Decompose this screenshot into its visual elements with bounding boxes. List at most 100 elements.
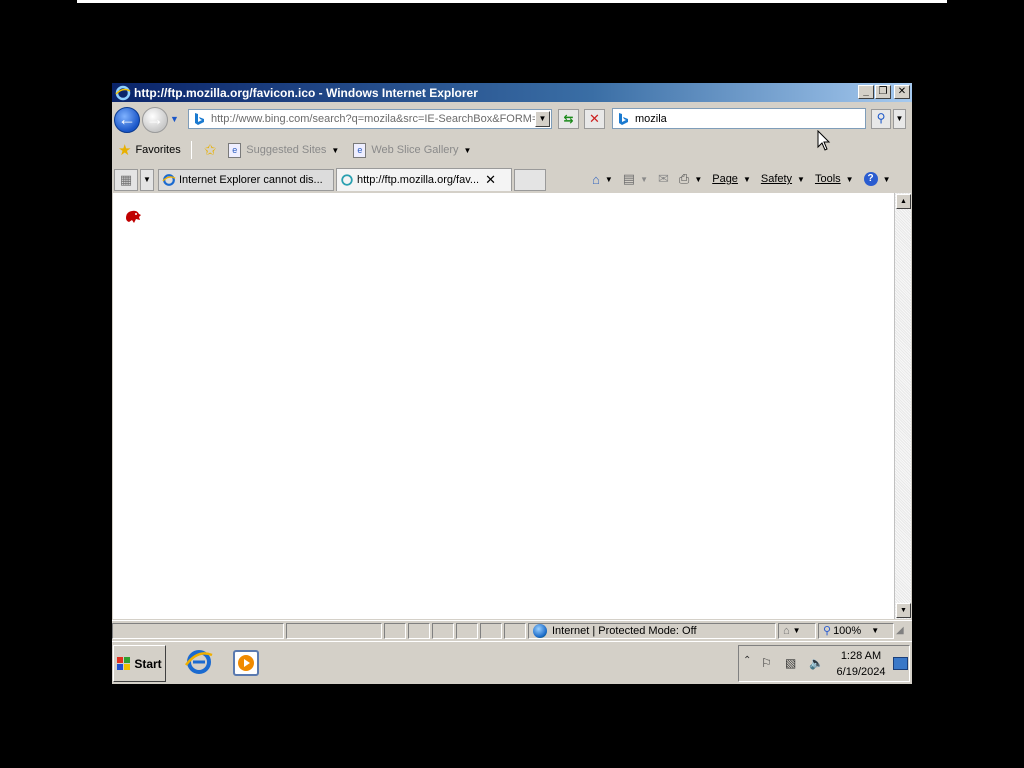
chevron-down-icon: ▼ [871,626,880,635]
mail-icon: ✉ [658,171,669,186]
tab-bar: ▦ ▼ Internet Explorer cannot dis... http… [112,167,912,191]
back-button[interactable]: ← [114,107,140,133]
page-menu-label: Page [712,173,738,185]
volume-icon[interactable]: 🔈 [809,656,824,670]
safety-menu[interactable]: Safety ▼ [761,173,805,185]
stop-icon: ✕ [589,111,600,126]
print-button[interactable]: ⎙ ▼ [679,171,702,187]
refresh-icon: ⇆ [563,112,574,126]
tab-ie-cannot-display[interactable]: Internet Explorer cannot dis... [158,169,334,191]
status-cell [384,622,406,639]
popup-blocker-button[interactable]: ⌂ ▼ [778,622,816,639]
mozilla-favicon-image [126,210,141,223]
network-icon[interactable]: ▧ [785,656,796,670]
back-arrow-icon: ← [118,109,136,129]
chevron-down-icon: ▼ [463,145,472,155]
stop-button[interactable]: ✕ [584,109,605,129]
loading-spinner-icon [341,174,353,186]
favorites-label: Favorites [135,144,181,156]
tools-menu-label: Tools [814,173,841,185]
search-box[interactable] [612,108,866,129]
action-center-flag-icon[interactable]: ⚐ [761,656,772,670]
forward-button[interactable]: → [142,107,168,133]
favorites-star-icon: ★ [118,141,132,159]
bing-logo-icon [619,112,628,125]
read-mail-button[interactable]: ✉ [658,171,669,187]
add-to-favorites-bar-button[interactable]: ✩ [202,140,223,160]
security-zone[interactable]: Internet | Protected Mode: Off [528,622,776,639]
restore-button[interactable]: ❐ [875,85,891,99]
tab-label: Internet Explorer cannot dis... [179,174,323,186]
rss-feed-icon: ▤ [622,171,636,186]
search-icon: ⚲ [876,111,886,125]
tools-menu[interactable]: Tools ▼ [815,173,854,185]
tab-label: http://ftp.mozilla.org/fav... [357,174,480,186]
quick-tabs-button[interactable]: ▦ [114,169,138,191]
internet-globe-icon [533,623,547,638]
media-player-taskbar-icon[interactable] [233,650,259,676]
favorites-button[interactable]: ★ Favorites [116,140,183,160]
tab-favicon[interactable]: http://ftp.mozilla.org/fav... ✕ [336,168,512,191]
page-menu[interactable]: Page ▼ [712,173,751,185]
zone-label: Internet | Protected Mode: Off [552,624,697,637]
status-cell [480,622,502,639]
recent-pages-dropdown[interactable]: ▼ [170,114,179,124]
zoom-level-button[interactable]: ⚲ 100% ▼ [818,622,894,639]
web-slice-gallery-item[interactable]: e Web Slice Gallery ▼ [351,140,473,160]
minimize-button[interactable]: _ [858,85,874,99]
suggested-sites-label: Suggested Sites [246,144,327,156]
system-clock[interactable]: 1:28 AM 6/19/2024 [835,648,887,680]
suggested-sites-item[interactable]: e Suggested Sites ▼ [226,140,341,160]
chevron-down-icon: ▼ [742,174,751,184]
close-window-button[interactable]: ✕ [894,85,910,99]
forward-arrow-icon: → [146,109,164,129]
start-button[interactable]: Start [113,645,166,682]
web-slice-gallery-label: Web Slice Gallery [371,144,459,156]
feeds-button[interactable]: ▤ ▼ [623,171,648,187]
chevron-down-icon: ▼ [694,174,703,184]
chevron-down-icon: ▼ [845,174,854,184]
internet-explorer-taskbar-icon[interactable] [184,647,214,677]
title-bar[interactable]: http://ftp.mozilla.org/favicon.ico - Win… [112,83,912,102]
address-url[interactable]: http://www.bing.com/search?q=mozila&src=… [211,113,537,125]
search-options-dropdown[interactable]: ▼ [893,109,906,129]
scroll-down-button[interactable]: ▼ [896,603,911,618]
resize-grip-icon[interactable]: ◢ [896,625,904,636]
favorites-bar: ★ Favorites ✩ e Suggested Sites ▼ e Web … [112,138,912,162]
home-icon: ⌂ [592,171,600,187]
refresh-button[interactable]: ⇆ [558,109,579,129]
close-tab-icon[interactable]: ✕ [485,172,496,188]
show-hidden-icons-icon[interactable]: ⌃ [743,655,751,666]
vertical-scrollbar[interactable]: ▲ ▼ [894,193,911,619]
clock-time: 1:28 AM [840,650,882,662]
add-favorite-star-icon: ✩ [203,141,217,159]
new-tab-button[interactable] [514,169,546,191]
tab-list-dropdown[interactable]: ▼ [140,169,154,191]
chevron-down-icon: ▼ [331,145,340,155]
search-button[interactable]: ⚲ [871,109,891,129]
shield-icon: ⌂ [783,624,790,637]
notification-area: ⌃ ⚐ ▧ 🔈 1:28 AM 6/19/2024 [738,645,910,682]
chevron-down-icon: ▼ [797,174,805,184]
show-desktop-button[interactable] [893,657,908,670]
top-screen-edge [77,0,947,3]
chevron-down-icon: ▼ [792,626,801,635]
address-bar[interactable]: http://www.bing.com/search?q=mozila&src=… [188,109,552,129]
search-input[interactable] [635,112,855,125]
page-content[interactable] [113,193,894,619]
quick-tabs-icon: ▦ [119,172,133,187]
chevron-down-icon: ▼ [640,174,648,184]
clock-date: 6/19/2024 [836,666,886,678]
ie-window: http://ftp.mozilla.org/favicon.ico - Win… [112,83,912,684]
safety-menu-label: Safety [760,173,793,185]
help-menu[interactable]: ? ▼ [863,172,891,186]
home-button[interactable]: ⌂ ▼ [592,172,613,187]
start-label: Start [134,656,162,671]
bing-logo-icon [195,113,204,125]
scroll-up-button[interactable]: ▲ [896,194,911,209]
zoom-value: 100% [833,624,862,637]
navigation-bar: ← → ▼ http://www.bing.com/search?q=mozil… [112,102,912,136]
mouse-cursor-icon [817,130,831,151]
address-dropdown-button[interactable]: ▼ [535,111,550,127]
favorites-separator [190,141,192,159]
